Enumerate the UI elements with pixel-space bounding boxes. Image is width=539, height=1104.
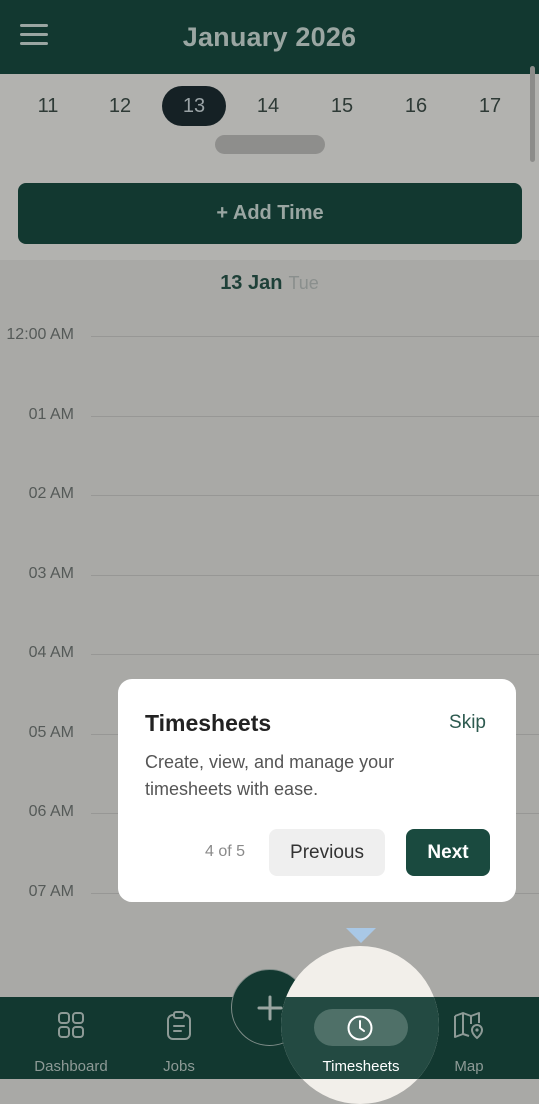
add-time-section: + Add Time <box>0 166 539 260</box>
hour-row[interactable]: 04 AM <box>0 644 539 664</box>
nav-dashboard[interactable]: Dashboard <box>15 997 127 1079</box>
week-days: 11 12 13 14 15 16 17 <box>0 86 539 126</box>
clipboard-icon <box>167 1011 191 1040</box>
map-pin-icon <box>454 1012 484 1040</box>
hour-row[interactable]: 01 AM <box>0 406 539 426</box>
day-12[interactable]: 12 <box>88 86 152 126</box>
hour-divider <box>91 654 539 655</box>
grid-icon <box>58 1012 84 1038</box>
step-counter: 4 of 5 <box>205 843 246 860</box>
nav-label: Dashboard <box>34 1058 108 1075</box>
nav-label: Map <box>454 1058 484 1075</box>
week-strip: 11 12 13 14 15 16 17 <box>0 74 539 167</box>
hour-divider <box>91 336 539 337</box>
day-15[interactable]: 15 <box>310 86 374 126</box>
nav-timesheets[interactable] <box>314 1009 408 1046</box>
nav-map[interactable]: Map <box>430 997 508 1079</box>
previous-button[interactable]: Previous <box>269 829 385 876</box>
hour-label: 07 AM <box>28 883 74 900</box>
hour-row[interactable]: 12:00 AM <box>0 326 539 346</box>
popover-title: Timesheets <box>145 710 272 736</box>
next-button[interactable]: Next <box>406 829 490 876</box>
hour-row[interactable]: 03 AM <box>0 565 539 585</box>
hour-label: 01 AM <box>28 406 74 423</box>
skip-button[interactable]: Skip <box>449 712 486 734</box>
menu-icon[interactable] <box>20 24 48 46</box>
hour-divider <box>91 416 539 417</box>
hour-label: 12:00 AM <box>6 326 74 343</box>
day-14[interactable]: 14 <box>236 86 300 126</box>
app-screen: January 2026 11 12 13 14 15 16 17 + Add … <box>0 0 539 1079</box>
week-drag-handle[interactable] <box>215 135 325 154</box>
popover-description: Create, view, and manage your timesheets… <box>145 752 395 799</box>
day-heading: 13 Jan Tue <box>0 272 539 295</box>
hour-label: 05 AM <box>28 724 74 741</box>
nav-label-timesheets: Timesheets <box>322 1058 400 1075</box>
nav-jobs[interactable]: Jobs <box>140 997 218 1079</box>
hour-row[interactable]: 02 AM <box>0 485 539 505</box>
plus-icon <box>257 995 282 1020</box>
add-time-button[interactable]: + Add Time <box>18 183 522 244</box>
tour-popover: Timesheets Skip Create, view, and manage… <box>118 679 516 902</box>
hour-label: 02 AM <box>28 485 74 502</box>
day-date: 13 Jan <box>220 272 283 294</box>
hour-divider <box>91 495 539 496</box>
clock-icon <box>347 1015 373 1041</box>
day-17[interactable]: 17 <box>458 86 522 126</box>
scrollbar[interactable] <box>530 66 535 162</box>
hour-label: 04 AM <box>28 644 74 661</box>
day-weekday: Tue <box>288 273 319 293</box>
popover-caret <box>346 928 376 943</box>
day-13-selected[interactable]: 13 <box>162 86 226 126</box>
month-title[interactable]: January 2026 <box>183 22 357 53</box>
hour-label: 03 AM <box>28 565 74 582</box>
hour-divider <box>91 575 539 576</box>
day-11[interactable]: 11 <box>16 86 80 126</box>
day-16[interactable]: 16 <box>384 86 448 126</box>
top-bar: January 2026 <box>0 0 539 74</box>
hour-label: 06 AM <box>28 803 74 820</box>
nav-label: Jobs <box>163 1058 195 1075</box>
